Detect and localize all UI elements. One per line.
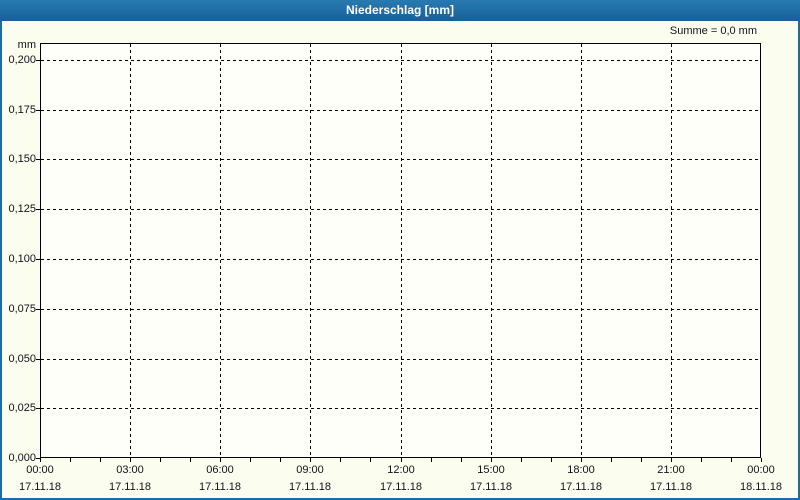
- x-axis-time-label: 21:00: [657, 464, 685, 476]
- x-axis-date-label: 18.11.18: [739, 481, 782, 493]
- x-axis-time-label: 00:00: [747, 464, 775, 476]
- x-axis-tick: [250, 458, 251, 462]
- x-axis-tick: [310, 458, 311, 462]
- vertical-gridline: [491, 44, 492, 457]
- y-axis-tick-label: 0,175: [8, 104, 36, 116]
- y-axis-tick: [36, 408, 40, 409]
- x-axis-date-label: 17.11.18: [649, 481, 692, 493]
- x-axis-tick: [761, 458, 762, 462]
- sum-annotation: Summe = 0,0 mm: [669, 25, 757, 37]
- x-axis-tick: [671, 458, 672, 462]
- vertical-gridline: [130, 44, 131, 457]
- y-axis-tick-label: 0,200: [8, 54, 36, 66]
- y-axis-tick-label: 0,075: [8, 303, 36, 315]
- x-axis-time-label: 00:00: [26, 464, 54, 476]
- x-axis-tick: [280, 458, 281, 462]
- x-axis-tick: [641, 458, 642, 462]
- vertical-gridline: [581, 44, 582, 457]
- x-axis-tick: [220, 458, 221, 462]
- x-axis-tick: [731, 458, 732, 462]
- x-axis-time-label: 18:00: [567, 464, 595, 476]
- x-axis-time-label: 15:00: [477, 464, 505, 476]
- y-axis-tick-label: 0,025: [8, 402, 36, 414]
- x-axis-date-label: 17.11.18: [379, 481, 422, 493]
- x-axis-tick: [521, 458, 522, 462]
- x-axis-time-label: 06:00: [206, 464, 234, 476]
- y-axis-tick: [36, 209, 40, 210]
- x-axis-tick: [190, 458, 191, 462]
- x-axis-date-label: 17.11.18: [288, 481, 331, 493]
- y-axis-tick: [36, 309, 40, 310]
- y-axis-tick-label: 0,100: [8, 253, 36, 265]
- x-axis-tick: [611, 458, 612, 462]
- y-axis-unit-label: mm: [17, 39, 36, 51]
- x-axis-tick: [70, 458, 71, 462]
- x-axis-date-label: 17.11.18: [18, 481, 61, 493]
- x-axis-tick: [491, 458, 492, 462]
- y-axis-tick-label: 0,000: [8, 452, 36, 464]
- x-axis-time-label: 12:00: [387, 464, 415, 476]
- y-axis-tick: [36, 159, 40, 160]
- y-axis-tick: [36, 110, 40, 111]
- x-axis-tick: [370, 458, 371, 462]
- x-axis-tick: [581, 458, 582, 462]
- y-axis-tick: [36, 259, 40, 260]
- x-axis-tick: [130, 458, 131, 462]
- vertical-gridline: [401, 44, 402, 457]
- x-axis-tick: [401, 458, 402, 462]
- x-axis-date-label: 17.11.18: [108, 481, 151, 493]
- x-axis-time-label: 09:00: [296, 464, 324, 476]
- x-axis-tick: [40, 458, 41, 462]
- y-axis-tick-label: 0,125: [8, 203, 36, 215]
- vertical-gridline: [220, 44, 221, 457]
- y-axis-tick: [36, 60, 40, 61]
- x-axis-tick: [551, 458, 552, 462]
- x-axis-date-label: 17.11.18: [469, 481, 512, 493]
- vertical-gridline: [671, 44, 672, 457]
- x-axis-date-label: 17.11.18: [198, 481, 241, 493]
- chart-window: Niederschlag [mm] Summe = 0,0 mm mm 0,00…: [0, 0, 800, 500]
- x-axis-tick: [100, 458, 101, 462]
- x-axis-tick: [160, 458, 161, 462]
- y-axis-tick-label: 0,150: [8, 153, 36, 165]
- x-axis-tick: [461, 458, 462, 462]
- chart-layer: Summe = 0,0 mm mm 0,000 0,025 0,050 0,075 0,…: [0, 0, 800, 500]
- y-axis-tick-label: 0,050: [8, 353, 36, 365]
- x-axis-time-label: 03:00: [116, 464, 144, 476]
- x-axis-tick: [340, 458, 341, 462]
- x-axis-tick: [431, 458, 432, 462]
- vertical-gridline: [310, 44, 311, 457]
- x-axis-tick: [701, 458, 702, 462]
- x-axis-date-label: 17.11.18: [559, 481, 602, 493]
- y-axis-tick: [36, 359, 40, 360]
